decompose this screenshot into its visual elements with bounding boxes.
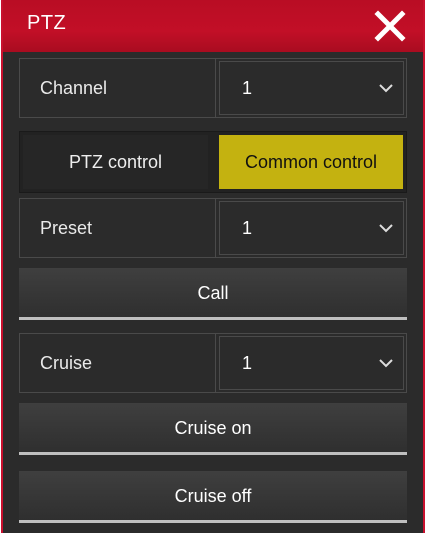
tab-common-control[interactable]: Common control	[219, 135, 403, 189]
preset-select[interactable]: 1	[219, 201, 404, 255]
channel-label: Channel	[20, 59, 216, 117]
chevron-down-icon	[379, 359, 393, 368]
title-bar: PTZ	[3, 0, 423, 52]
ptz-dialog: PTZ Channel 1 PTZ control Common control…	[1, 0, 425, 533]
close-icon	[374, 10, 406, 42]
channel-value: 1	[242, 78, 253, 98]
cruise-on-button[interactable]: Cruise on	[19, 403, 407, 455]
close-button[interactable]	[373, 9, 407, 43]
control-tabs: PTZ control Common control	[19, 131, 407, 193]
channel-row: Channel 1	[19, 58, 407, 118]
chevron-down-icon	[379, 224, 393, 233]
cruise-label: Cruise	[20, 334, 216, 392]
cruise-off-button[interactable]: Cruise off	[19, 471, 407, 523]
preset-value: 1	[242, 218, 253, 238]
cruise-value: 1	[242, 353, 253, 373]
preset-row: Preset 1	[19, 198, 407, 258]
channel-select[interactable]: 1	[219, 61, 404, 115]
preset-label: Preset	[20, 199, 216, 257]
dialog-title: PTZ	[27, 12, 67, 34]
cruise-row: Cruise 1	[19, 333, 407, 393]
chevron-down-icon	[379, 84, 393, 93]
tab-ptz-control[interactable]: PTZ control	[23, 135, 208, 189]
call-button[interactable]: Call	[19, 268, 407, 320]
cruise-select[interactable]: 1	[219, 336, 404, 390]
